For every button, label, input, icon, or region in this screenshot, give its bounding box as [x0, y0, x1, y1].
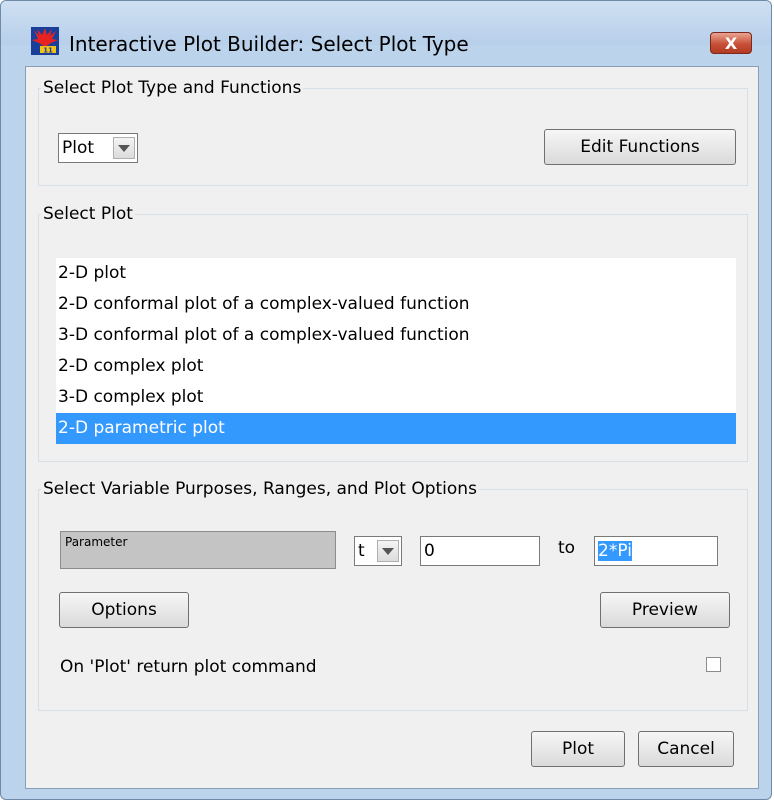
- edit-functions-button[interactable]: Edit Functions: [544, 129, 736, 165]
- range-to-label: to: [558, 538, 576, 558]
- plot-type-dropdown[interactable]: Plot: [58, 133, 138, 163]
- cancel-button[interactable]: Cancel: [638, 731, 734, 767]
- dialog-body: Select Plot Type and Functions Plot Edit…: [25, 66, 759, 789]
- plot-button[interactable]: Plot: [531, 731, 625, 767]
- plot-list-item[interactable]: 3-D complex plot: [56, 382, 736, 413]
- return-command-label: On 'Plot' return plot command: [60, 657, 317, 677]
- dialog-window: 11 Interactive Plot Builder: Select Plot…: [0, 0, 772, 800]
- variable-value: t: [358, 541, 365, 561]
- close-button[interactable]: X: [710, 32, 752, 54]
- plot-list-item-selected[interactable]: 2-D parametric plot: [56, 413, 736, 444]
- plot-list-item[interactable]: 3-D conformal plot of a complex-valued f…: [56, 320, 736, 351]
- plot-list[interactable]: 2-D plot 2-D conformal plot of a complex…: [56, 258, 736, 444]
- variable-purpose-field: Parameter: [60, 531, 336, 569]
- select-plot-group-legend: Select Plot: [43, 204, 133, 224]
- return-command-checkbox[interactable]: [706, 657, 721, 672]
- maple-app-icon: 11: [31, 27, 59, 55]
- title-bar[interactable]: 11 Interactive Plot Builder: Select Plot…: [1, 1, 771, 56]
- close-icon: X: [724, 33, 738, 53]
- plot-type-group-legend: Select Plot Type and Functions: [43, 78, 302, 98]
- range-from-input[interactable]: 0: [420, 536, 540, 566]
- variable-dropdown[interactable]: t: [354, 536, 402, 566]
- plot-list-item[interactable]: 2-D conformal plot of a complex-valued f…: [56, 289, 736, 320]
- svg-text:11: 11: [43, 47, 53, 55]
- window-title: Interactive Plot Builder: Select Plot Ty…: [69, 32, 469, 56]
- chevron-down-icon[interactable]: [377, 540, 399, 562]
- options-button[interactable]: Options: [59, 592, 189, 628]
- range-to-value: 2*Pi: [598, 541, 632, 561]
- variables-group-legend: Select Variable Purposes, Ranges, and Pl…: [43, 479, 477, 499]
- plot-type-value: Plot: [62, 138, 95, 158]
- plot-list-item[interactable]: 2-D complex plot: [56, 351, 736, 382]
- chevron-down-icon[interactable]: [113, 137, 135, 159]
- plot-list-item[interactable]: 2-D plot: [56, 258, 736, 289]
- preview-button[interactable]: Preview: [600, 592, 730, 628]
- range-to-input[interactable]: 2*Pi: [594, 536, 718, 566]
